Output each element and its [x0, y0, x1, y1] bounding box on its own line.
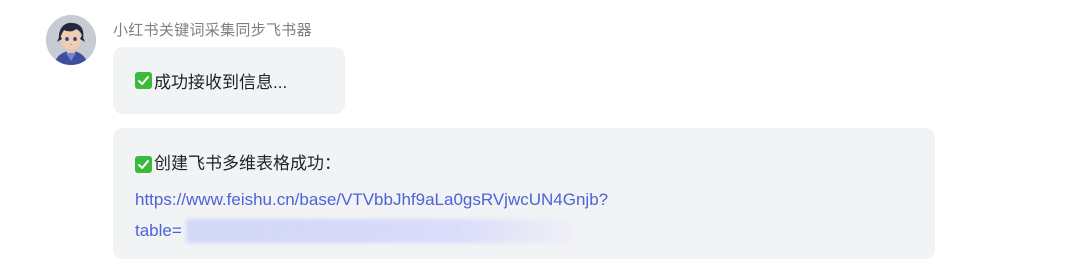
link-line-1[interactable]: https://www.feishu.cn/base/VTVbbJhf9aLa0… — [135, 190, 608, 209]
check-mark-icon — [135, 156, 152, 173]
redacted-table-id — [185, 219, 572, 243]
chat-thread: 小红书关键词采集同步飞书器 成功接收到信息... 创建飞书多维表格成功： htt… — [0, 0, 1080, 272]
message-bubble-received: 成功接收到信息... — [113, 47, 345, 114]
bot-avatar[interactable] — [46, 15, 96, 65]
check-mark-icon — [135, 72, 152, 89]
sender-name: 小红书关键词采集同步飞书器 — [113, 22, 312, 39]
feishu-base-link[interactable]: https://www.feishu.cn/base/VTVbbJhf9aLa0… — [135, 186, 913, 245]
message-text: 成功接收到信息... — [154, 73, 288, 92]
avatar-illustration-icon — [46, 15, 96, 65]
message-title-line: 创建飞书多维表格成功： — [135, 150, 913, 178]
message-bubble-table-created: 创建飞书多维表格成功： https://www.feishu.cn/base/V… — [113, 128, 935, 259]
message-title: 创建飞书多维表格成功： — [154, 154, 341, 173]
link-line-2[interactable]: table= — [135, 221, 182, 240]
